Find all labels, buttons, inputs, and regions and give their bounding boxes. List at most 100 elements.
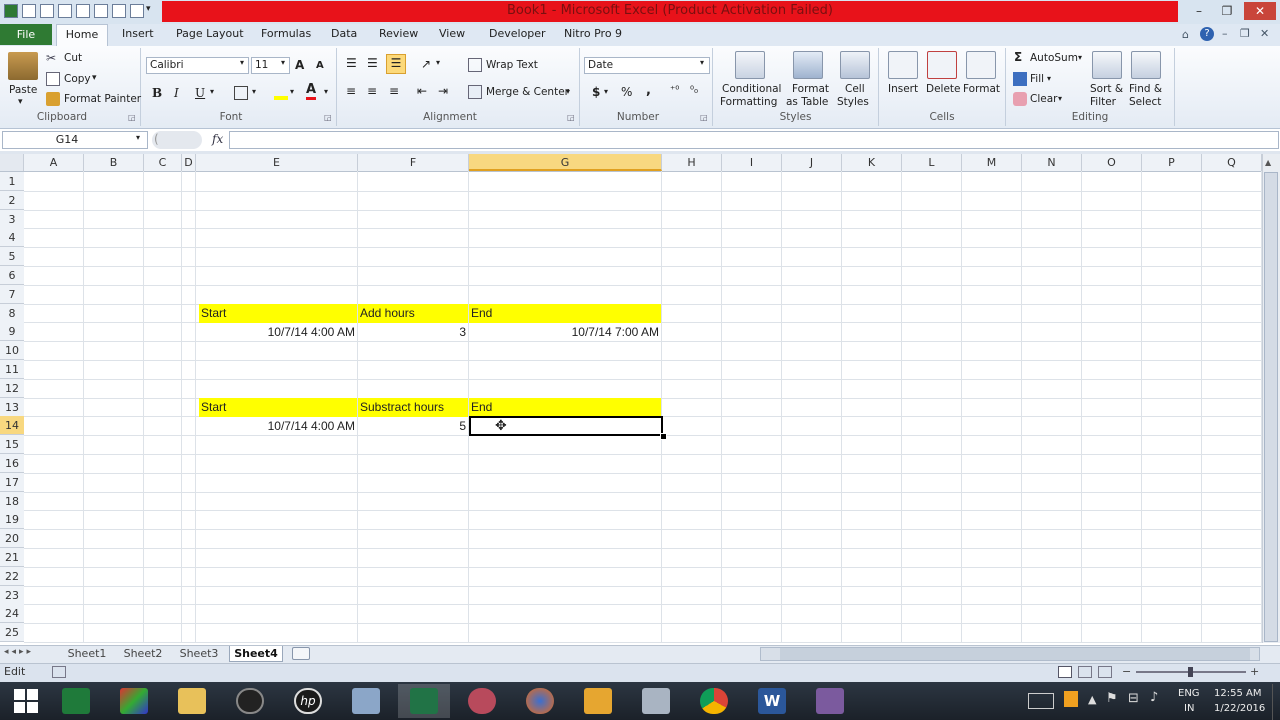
row-header-20[interactable]: 20 [0, 529, 24, 548]
sort-filter-icon[interactable] [1092, 51, 1122, 79]
row-header-18[interactable]: 18 [0, 492, 24, 511]
cell-f8[interactable]: Add hours [358, 304, 468, 323]
taskbar-excel-active[interactable] [398, 684, 450, 718]
tab-formulas[interactable]: Formulas [261, 27, 311, 40]
fill-icon[interactable] [1013, 72, 1027, 86]
row-header-22[interactable]: 22 [0, 567, 24, 586]
number-format-dropdown-icon[interactable]: ▾ [700, 58, 704, 67]
row-header-3[interactable]: 3 [0, 210, 24, 229]
row-header-21[interactable]: 21 [0, 548, 24, 567]
row-header-6[interactable]: 6 [0, 266, 24, 285]
notification-app-icon[interactable] [1064, 691, 1078, 707]
find-select-label-2[interactable]: Select [1129, 96, 1161, 108]
sheet-tab-4-active[interactable]: Sheet4 [229, 646, 283, 662]
taskbar-chrome[interactable] [688, 684, 740, 718]
taskbar-outlook[interactable] [572, 684, 624, 718]
language-line-1[interactable]: ENG [1178, 688, 1200, 699]
copy-dropdown-icon[interactable]: ▾ [92, 73, 97, 83]
conditional-formatting-label-1[interactable]: Conditional [722, 83, 781, 95]
sheet-tab-3[interactable]: Sheet3 [174, 646, 224, 662]
format-as-table-label-2[interactable]: as Table [786, 96, 828, 108]
row-header-9[interactable]: 9 [0, 322, 24, 341]
orientation-dropdown-icon[interactable]: ▾ [436, 58, 440, 67]
print-preview-icon[interactable] [94, 4, 108, 18]
underline-dropdown-icon[interactable]: ▾ [210, 87, 214, 96]
clock-time[interactable]: 12:55 AM [1214, 688, 1261, 699]
start-button[interactable] [0, 684, 52, 718]
column-header-l[interactable]: L [902, 154, 962, 171]
formula-input[interactable] [229, 131, 1279, 149]
decrease-decimal-icon[interactable]: ⁰₀ [690, 85, 698, 96]
comma-button[interactable]: , [646, 83, 651, 98]
row-header-17[interactable]: 17 [0, 473, 24, 492]
copy-button[interactable]: Copy [64, 73, 91, 85]
clipboard-launcher-icon[interactable]: ◲ [128, 113, 136, 122]
find-select-label-1[interactable]: Find & [1129, 83, 1162, 95]
tab-review[interactable]: Review [379, 27, 418, 40]
insert-cells-icon[interactable] [888, 51, 918, 79]
row-header-7[interactable]: 7 [0, 285, 24, 304]
fill-color-dropdown-icon[interactable]: ▾ [290, 87, 294, 96]
formula-bar-controls-icon[interactable]: ( [152, 131, 202, 149]
zoom-slider-thumb[interactable] [1188, 667, 1193, 677]
currency-button[interactable]: $ [592, 85, 600, 99]
zoom-in-icon[interactable]: + [1250, 665, 1259, 678]
select-all-button[interactable] [0, 154, 24, 171]
cut-button[interactable]: Cut [64, 52, 82, 64]
column-header-o[interactable]: O [1082, 154, 1142, 171]
format-as-table-icon[interactable] [793, 51, 823, 79]
taskbar-firefox[interactable] [514, 684, 566, 718]
merge-center-button[interactable]: Merge & Center [486, 86, 569, 98]
tab-page-layout[interactable]: Page Layout [176, 27, 244, 40]
minimize-button[interactable]: – [1186, 2, 1212, 20]
cell-e13[interactable]: Start [199, 398, 357, 417]
workbook-minimize-icon[interactable]: – [1222, 27, 1228, 40]
customize-qat-icon[interactable]: ▾ [146, 4, 156, 18]
row-header-19[interactable]: 19 [0, 510, 24, 529]
column-header-d[interactable]: D [182, 154, 196, 171]
font-name-dropdown-icon[interactable]: ▾ [240, 58, 244, 67]
cell-styles-icon[interactable] [840, 51, 870, 79]
wrap-text-button[interactable]: Wrap Text [486, 59, 538, 71]
font-launcher-icon[interactable]: ◲ [324, 113, 332, 122]
column-header-b[interactable]: B [84, 154, 144, 171]
cell-f9[interactable]: 3 [358, 323, 468, 342]
undo-icon[interactable] [40, 4, 54, 18]
redo-icon[interactable] [58, 4, 72, 18]
cell-f13[interactable]: Substract hours [358, 398, 468, 417]
sheet-nav-icon[interactable]: ◂◂▸▸ [4, 647, 34, 657]
name-box[interactable]: G14 [2, 131, 132, 149]
paste-button[interactable]: Paste [9, 84, 37, 96]
conditional-formatting-label-2[interactable]: Formatting [720, 96, 777, 108]
increase-decimal-icon[interactable]: ⁺⁰ [670, 85, 679, 96]
cell-styles-label-1[interactable]: Cell [845, 83, 865, 95]
fill-dropdown-icon[interactable]: ▾ [1047, 74, 1051, 83]
row-header-1[interactable]: 1 [0, 172, 24, 191]
autosum-button[interactable]: AutoSum [1030, 52, 1078, 64]
tab-nitro[interactable]: Nitro Pro 9 [564, 27, 622, 40]
tab-view[interactable]: View [439, 27, 465, 40]
row-header-14[interactable]: 14 [0, 416, 24, 435]
cell-f14[interactable]: 5 [358, 417, 468, 436]
italic-button[interactable]: I [174, 86, 179, 100]
fill-handle[interactable] [660, 433, 667, 440]
column-header-h[interactable]: H [662, 154, 722, 171]
workbook-restore-icon[interactable]: ❐ [1240, 27, 1250, 40]
shrink-font-icon[interactable]: A [316, 60, 324, 71]
borders-dropdown-icon[interactable]: ▾ [252, 87, 256, 96]
alignment-launcher-icon[interactable]: ◲ [567, 113, 575, 122]
font-name-combo[interactable]: Calibri [146, 57, 249, 74]
taskbar-notepad[interactable] [340, 684, 392, 718]
align-right-icon[interactable]: ≡ [389, 84, 399, 98]
scissors-icon[interactable]: ✂ [46, 51, 60, 65]
help-icon[interactable]: ? [1200, 27, 1214, 41]
decrease-indent-icon[interactable]: ⇤ [417, 84, 427, 98]
font-size-dropdown-icon[interactable]: ▾ [281, 58, 285, 67]
align-middle-icon[interactable]: ☰ [367, 56, 378, 70]
language-line-2[interactable]: IN [1184, 703, 1194, 714]
macro-record-icon[interactable] [52, 666, 66, 678]
clear-button[interactable]: Clear [1030, 93, 1057, 105]
volume-icon[interactable]: ♪ [1150, 690, 1158, 705]
column-header-k[interactable]: K [842, 154, 902, 171]
row-header-11[interactable]: 11 [0, 360, 24, 379]
